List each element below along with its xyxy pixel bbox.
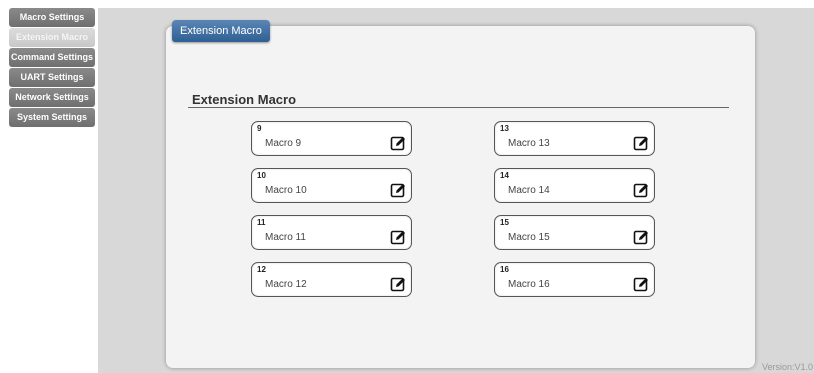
- sidebar-item-extension-macro[interactable]: Extension Macro: [9, 28, 95, 47]
- macro-item-16[interactable]: 16 Macro 16: [494, 262, 655, 297]
- macro-name: Macro 15: [508, 232, 550, 243]
- macro-item-10[interactable]: 10 Macro 10: [251, 168, 412, 203]
- edit-icon[interactable]: [633, 276, 649, 292]
- macro-number: 9: [257, 124, 262, 133]
- macro-number: 11: [257, 218, 266, 227]
- macro-item-11[interactable]: 11 Macro 11: [251, 215, 412, 250]
- version-text: Version:V1.0: [762, 362, 814, 372]
- macro-number: 10: [257, 171, 266, 180]
- macro-item-15[interactable]: 15 Macro 15: [494, 215, 655, 250]
- edit-icon[interactable]: [633, 229, 649, 245]
- macro-number: 16: [500, 265, 509, 274]
- section-divider: [188, 107, 729, 108]
- macro-item-13[interactable]: 13 Macro 13: [494, 121, 655, 156]
- macro-item-14[interactable]: 14 Macro 14: [494, 168, 655, 203]
- macro-name: Macro 9: [265, 138, 302, 149]
- edit-icon[interactable]: [390, 182, 406, 198]
- macro-name: Macro 14: [508, 185, 550, 196]
- macro-number: 15: [500, 218, 509, 227]
- macro-number: 12: [257, 265, 266, 274]
- edit-icon[interactable]: [633, 135, 649, 151]
- sidebar-item-command-settings[interactable]: Command Settings: [9, 48, 95, 67]
- panel-tab-title: Extension Macro: [172, 20, 270, 42]
- section-title: Extension Macro: [192, 92, 297, 107]
- sidebar: Macro Settings Extension Macro Command S…: [9, 8, 97, 128]
- edit-icon[interactable]: [390, 135, 406, 151]
- macro-number: 14: [500, 171, 509, 180]
- sidebar-item-macro-settings[interactable]: Macro Settings: [9, 8, 95, 27]
- sidebar-item-system-settings[interactable]: System Settings: [9, 108, 95, 127]
- macro-item-9[interactable]: 9 Macro 9: [251, 121, 412, 156]
- sidebar-item-uart-settings[interactable]: UART Settings: [9, 68, 95, 87]
- macro-name: Macro 16: [508, 279, 550, 290]
- edit-icon[interactable]: [390, 276, 406, 292]
- macro-name: Macro 10: [265, 185, 307, 196]
- edit-icon[interactable]: [390, 229, 406, 245]
- macro-name: Macro 13: [508, 138, 550, 149]
- macro-number: 13: [500, 124, 509, 133]
- edit-icon[interactable]: [633, 182, 649, 198]
- macro-name: Macro 12: [265, 279, 307, 290]
- macro-item-12[interactable]: 12 Macro 12: [251, 262, 412, 297]
- macro-name: Macro 11: [265, 232, 306, 243]
- sidebar-item-network-settings[interactable]: Network Settings: [9, 88, 95, 107]
